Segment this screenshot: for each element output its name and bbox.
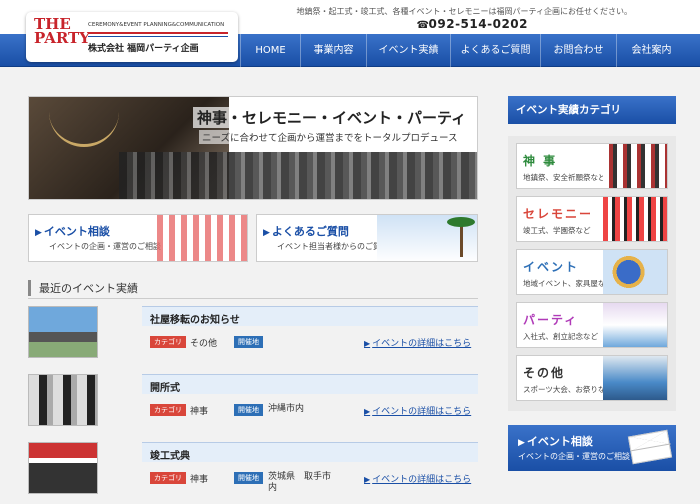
event-title: 開所式 <box>150 383 180 394</box>
envelope-icon <box>627 429 673 465</box>
banner-decoration <box>157 215 247 261</box>
category-image <box>603 197 667 241</box>
category-name: パーティ <box>523 313 579 327</box>
event-category: 神事 <box>190 475 209 485</box>
sidebar-category-shinji[interactable]: 神 事 地鎮祭、安全祈願祭など <box>516 143 668 189</box>
envelope-flap <box>629 430 671 452</box>
chandelier-icon <box>49 107 119 147</box>
logo-sub-text: CEREMONY&EVENT PLANNING&COMMUNICATION <box>88 22 225 28</box>
arrow-right-icon: ▶ <box>364 407 371 416</box>
event-header: 社屋移転のお知らせ <box>142 306 478 326</box>
banner-title-text: イベント相談 <box>43 225 110 238</box>
logo-company-name: 株式会社 福岡パーティ企画 <box>88 44 199 54</box>
event-category: 神事 <box>190 407 209 417</box>
nav-item-company[interactable]: 会社案内 <box>616 34 686 67</box>
category-name: 神 事 <box>523 154 558 168</box>
event-item: 竣工式典 カテゴリ 神事 開催地 茨城県 取手市内 ▶ イベントの詳細はこちら <box>28 442 478 504</box>
category-desc: 地域イベント、家具屋など <box>523 279 613 288</box>
faq-banner[interactable]: ▶ よくあるご質問 イベント担当者様からのご質問 <box>256 214 478 262</box>
palm-leaves-icon <box>447 217 475 227</box>
event-header: 竣工式典 <box>142 442 478 462</box>
recent-events-title: 最近のイベント実績 <box>28 280 138 296</box>
phone-number: 092-514-0202 <box>428 17 528 31</box>
detail-link-text: イベントの詳細はこちら <box>372 475 472 485</box>
logo-divider-red <box>88 32 228 34</box>
event-header: 開所式 <box>142 374 478 394</box>
event-consult-banner[interactable]: ▶ イベント相談 イベントの企画・運営のご相談 <box>28 214 248 262</box>
banner-decoration <box>377 215 477 261</box>
logo-main-text: THE PARTY <box>34 15 90 47</box>
event-item: 社屋移転のお知らせ カテゴリ その他 開催地 ▶ イベントの詳細はこちら <box>28 306 478 368</box>
event-detail-link[interactable]: ▶ イベントの詳細はこちら <box>364 404 471 417</box>
phone-icon: ☎ <box>416 20 430 31</box>
hero-title: 神事・セレモニー・イベント・パーティ <box>193 107 471 128</box>
header-phone: ☎092-514-0202 <box>417 17 528 31</box>
category-image <box>603 303 667 347</box>
category-name: イベント <box>523 260 580 274</box>
detail-link-text: イベントの詳細はこちら <box>372 339 472 349</box>
hero-crowd-image <box>119 152 477 199</box>
category-desc: 入社式、創立記念など <box>523 332 598 341</box>
event-title: 竣工式典 <box>150 451 190 462</box>
consult-title-text: イベント相談 <box>526 435 593 448</box>
nav-item-faq[interactable]: よくあるご質問 <box>450 34 540 67</box>
event-title: 社屋移転のお知らせ <box>150 315 240 326</box>
banner-subtitle: イベント担当者様からのご質問 <box>277 242 389 251</box>
banner-title: ▶ イベント相談 <box>35 223 110 239</box>
place-tag: 開催地 <box>234 336 263 348</box>
category-tag: カテゴリ <box>150 336 186 348</box>
event-detail-link[interactable]: ▶ イベントの詳細はこちら <box>364 472 471 485</box>
banner-title: ▶ よくあるご質問 <box>263 223 349 239</box>
event-thumbnail[interactable] <box>28 374 98 426</box>
category-desc: 地鎮祭、安全祈願祭など <box>523 173 606 182</box>
place-tag: 開催地 <box>234 404 263 416</box>
sidebar-title: イベント実績カテゴリ <box>508 96 676 124</box>
category-image <box>603 250 667 294</box>
nav-item-home[interactable]: HOME <box>240 34 300 67</box>
arrow-right-icon: ▶ <box>364 475 371 484</box>
category-name: セレモニー <box>523 207 594 221</box>
nav-item-events[interactable]: イベント実績 <box>366 34 450 67</box>
event-item: 開所式 カテゴリ 神事 開催地 沖縄市内 ▶ イベントの詳細はこちら <box>28 374 478 436</box>
event-place: 沖縄市内 <box>268 404 305 414</box>
banner-title-text: よくあるご質問 <box>271 225 349 238</box>
arrow-right-icon: ▶ <box>364 339 371 348</box>
event-place: 茨城県 取手市内 <box>268 472 332 493</box>
consult-subtitle: イベントの企画・運営のご相談 <box>518 452 630 461</box>
category-image <box>603 356 667 400</box>
event-category: その他 <box>190 339 218 349</box>
arrow-right-icon: ▶ <box>263 228 270 238</box>
arrow-right-icon: ▶ <box>35 228 42 238</box>
event-detail-link[interactable]: ▶ イベントの詳細はこちら <box>364 336 471 349</box>
category-image <box>603 144 667 188</box>
hero-subtitle: ニーズに合わせて企画から運営までをトータルプロデュース <box>199 130 461 144</box>
consult-title: ▶ イベント相談 <box>518 433 593 449</box>
nav-item-contact[interactable]: お問合わせ <box>540 34 616 67</box>
category-tag: カテゴリ <box>150 404 186 416</box>
category-desc: 竣工式、学園祭など <box>523 226 591 235</box>
detail-link-text: イベントの詳細はこちら <box>372 407 472 417</box>
category-name: その他 <box>523 366 566 380</box>
event-thumbnail[interactable] <box>28 442 98 494</box>
sidebar-consult-button[interactable]: ▶ イベント相談 イベントの企画・運営のご相談 <box>508 425 676 471</box>
category-desc: スポーツ大会、お祭りなど <box>523 385 613 394</box>
divider <box>28 298 478 299</box>
sidebar-category-party[interactable]: パーティ 入社式、創立記念など <box>516 302 668 348</box>
logo[interactable]: THE PARTY CEREMONY&EVENT PLANNING&COMMUN… <box>26 12 238 62</box>
sidebar-category-ceremony[interactable]: セレモニー 竣工式、学園祭など <box>516 196 668 242</box>
event-thumbnail[interactable] <box>28 306 98 358</box>
sidebar-category-event[interactable]: イベント 地域イベント、家具屋など <box>516 249 668 295</box>
arrow-right-icon: ▶ <box>518 438 525 448</box>
category-tag: カテゴリ <box>150 472 186 484</box>
logo-divider-blue <box>88 36 228 37</box>
place-tag: 開催地 <box>234 472 263 484</box>
banner-subtitle: イベントの企画・運営のご相談 <box>49 242 161 251</box>
header-tagline: 地鎮祭・起工式・竣工式、各種イベント・セレモニーは福岡パーティ企画にお任せくださ… <box>296 7 632 16</box>
sidebar-category-other[interactable]: その他 スポーツ大会、お祭りなど <box>516 355 668 401</box>
hero-banner: 神事・セレモニー・イベント・パーティ ニーズに合わせて企画から運営までをトータル… <box>28 96 478 200</box>
nav-item-services[interactable]: 事業内容 <box>300 34 366 67</box>
